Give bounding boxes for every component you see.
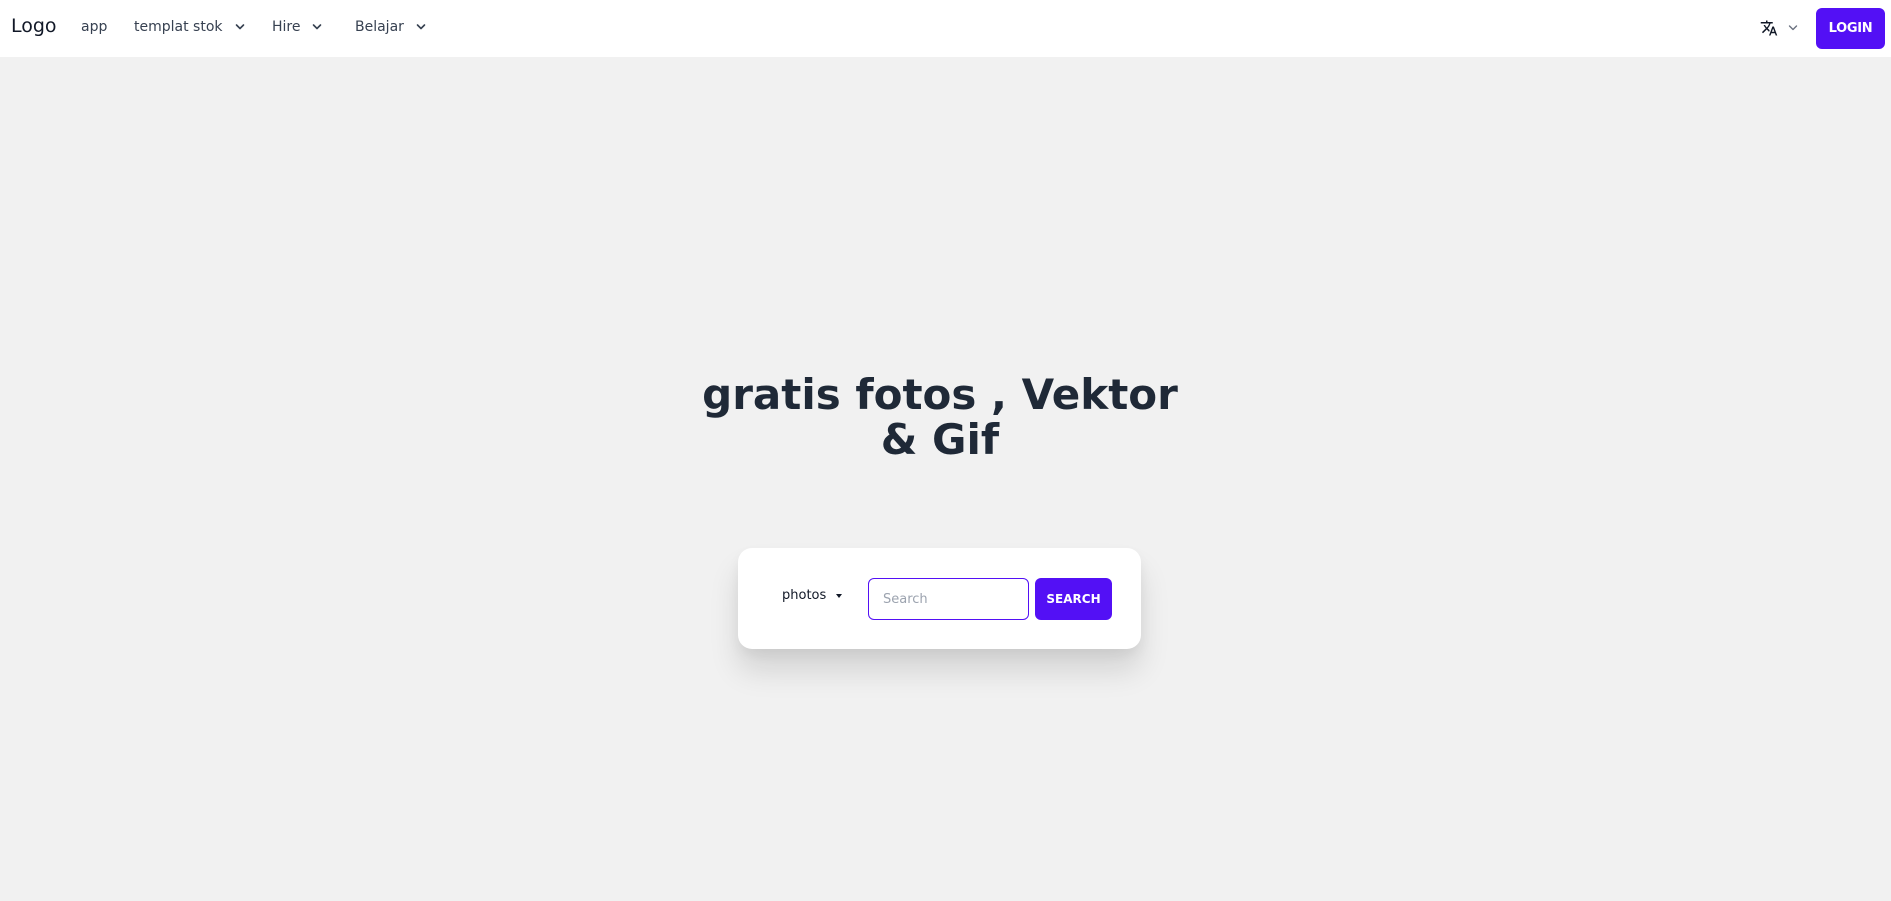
login-button[interactable]: LOGIN xyxy=(1816,8,1885,49)
nav-dropdown-hire[interactable]: Hire xyxy=(272,19,322,35)
nav-item-label: Belajar xyxy=(355,19,404,35)
search-button[interactable]: SEARCH xyxy=(1035,578,1112,620)
translate-icon xyxy=(1760,20,1778,36)
nav-item-label: Hire xyxy=(272,19,301,35)
chevron-down-icon xyxy=(235,24,244,30)
nav-item-app[interactable]: app xyxy=(81,19,107,35)
media-type-select[interactable]: photos xyxy=(782,588,843,603)
chevron-down-icon xyxy=(1788,25,1798,31)
caret-down-icon xyxy=(836,593,843,598)
nav-item-label: templat stok xyxy=(134,19,223,35)
logo-link[interactable]: Logo xyxy=(11,15,57,37)
chevron-down-icon xyxy=(416,24,426,30)
hero-title: gratis fotos , Vektor & Gif xyxy=(702,370,1178,464)
nav-item-label: app xyxy=(81,19,108,35)
search-card: photos SEARCH xyxy=(738,548,1141,649)
media-type-selected: photos xyxy=(782,588,827,603)
top-navbar: Logo app templat stok Hire Belajar LOGIN xyxy=(0,0,1891,57)
nav-dropdown-belajar[interactable]: Belajar xyxy=(355,19,426,35)
chevron-down-icon xyxy=(313,24,322,30)
nav-dropdown-templat-stok[interactable]: templat stok xyxy=(134,19,245,35)
search-input[interactable] xyxy=(868,578,1029,620)
language-selector[interactable] xyxy=(1760,19,1798,37)
